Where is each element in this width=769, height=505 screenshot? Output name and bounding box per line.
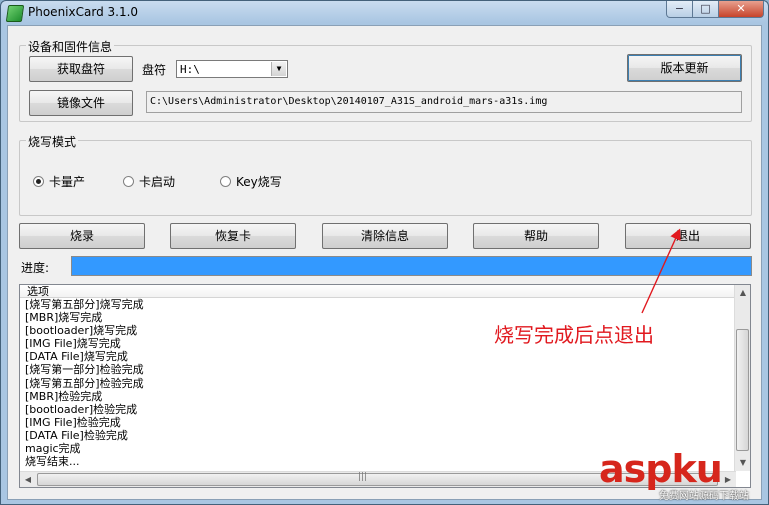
- app-window: PhoenixCard 3.1.0 − □ ✕ 设备和固件信息 获取盘符 盘符 …: [0, 0, 769, 505]
- annotation-text: 烧写完成后点退出: [494, 323, 654, 347]
- annotation-arrow: [641, 228, 681, 314]
- watermark-subtitle: 免费网站源码下载站: [659, 491, 749, 502]
- aspku-watermark-logo: aspku: [599, 447, 723, 491]
